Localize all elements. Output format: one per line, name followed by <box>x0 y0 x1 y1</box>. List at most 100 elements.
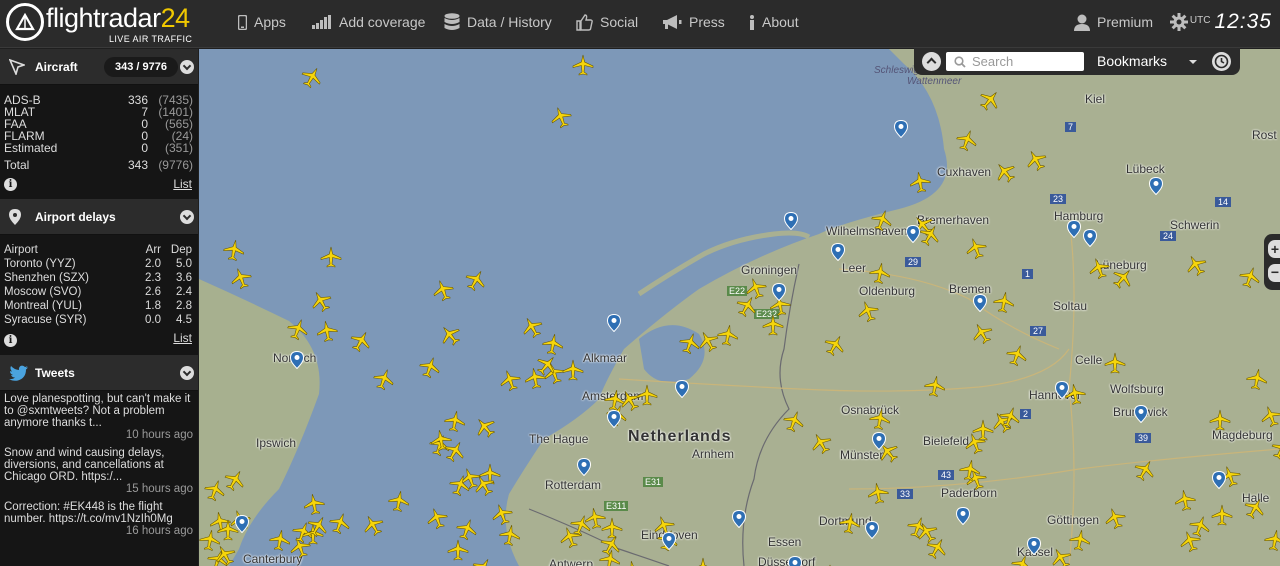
flight-map[interactable]: Schleswig-Holsteinisches Wattenmeer Kiel… <box>199 49 1280 566</box>
airport-pin-icon[interactable] <box>1212 471 1226 489</box>
airport-pin-icon[interactable] <box>732 510 746 528</box>
aircraft-icon[interactable] <box>715 322 740 347</box>
aircraft-icon[interactable] <box>867 406 892 431</box>
aircraft-icon[interactable] <box>562 359 584 381</box>
airport-pin-icon[interactable] <box>1083 229 1097 247</box>
aircraft-icon[interactable] <box>922 373 947 398</box>
aircraft-icon[interactable] <box>1172 487 1197 512</box>
delay-row[interactable]: Syracuse (SYR) 0.0 4.5 <box>0 313 198 327</box>
tweet-item[interactable]: Snow and wind causing delays, diversions… <box>0 447 198 495</box>
airport-pin-icon[interactable] <box>1149 177 1163 195</box>
airport-pin-icon[interactable] <box>788 556 802 566</box>
aircraft-icon[interactable] <box>865 480 890 505</box>
map-label-wilhelmshaven: Wilhelmshaven <box>826 224 908 238</box>
tweets-header[interactable]: Tweets <box>0 355 198 391</box>
airport-pin-icon[interactable] <box>577 458 591 476</box>
aircraft-icon[interactable] <box>447 539 469 561</box>
nav-data-history[interactable]: Data / History <box>444 12 552 32</box>
info-icon[interactable]: i <box>4 334 17 347</box>
collapse-up-icon[interactable] <box>922 52 941 71</box>
airport-pin-icon[interactable] <box>290 351 304 369</box>
nav-about[interactable]: About <box>749 12 799 32</box>
aircraft-icon[interactable] <box>221 237 246 262</box>
airport-pin-icon[interactable] <box>872 432 886 450</box>
collapse-chevron-icon[interactable] <box>180 60 194 74</box>
aircraft-icon[interactable] <box>597 547 622 566</box>
delay-row[interactable]: Montreal (YUL) 1.8 2.8 <box>0 299 198 313</box>
tweet-time: 16 hours ago <box>125 525 193 537</box>
aircraft-icon[interactable] <box>957 457 982 482</box>
zoom-in-button[interactable]: + <box>1268 240 1280 258</box>
aircraft-list-link[interactable]: List <box>173 177 192 191</box>
bookmarks-dropdown[interactable]: Bookmarks <box>1097 53 1167 69</box>
road-shield: E31 <box>643 477 664 487</box>
zoom-out-button[interactable]: − <box>1268 264 1280 282</box>
aircraft-icon[interactable] <box>1211 504 1233 526</box>
aircraft-icon[interactable] <box>497 522 522 547</box>
airport-pin-icon[interactable] <box>1067 220 1081 238</box>
airport-pin-icon[interactable] <box>956 507 970 525</box>
aircraft-icon[interactable] <box>572 54 594 76</box>
airport-pin-icon[interactable] <box>662 532 676 550</box>
aircraft-icon[interactable] <box>301 491 326 516</box>
airport-pin-icon[interactable] <box>607 314 621 332</box>
info-icon[interactable]: i <box>4 178 17 191</box>
airport-pin-icon[interactable] <box>675 380 689 398</box>
history-clock-icon[interactable] <box>1212 52 1231 71</box>
aircraft-icon[interactable] <box>636 384 658 406</box>
delay-row[interactable]: Shenzhen (SZX) 2.3 3.6 <box>0 271 198 285</box>
aircraft-icon[interactable] <box>991 289 1016 314</box>
chevron-down-icon[interactable] <box>1189 60 1197 64</box>
delay-row[interactable]: Moscow (SVO) 2.6 2.4 <box>0 285 198 299</box>
airport-pin-icon[interactable] <box>607 410 621 428</box>
aircraft-icon[interactable] <box>692 557 714 566</box>
aircraft-icon[interactable] <box>522 365 547 390</box>
nav-premium[interactable]: Premium <box>1074 12 1153 32</box>
delays-list-link[interactable]: List <box>173 331 192 345</box>
aircraft-icon[interactable] <box>1244 366 1269 391</box>
map-label-wolfsburg: Wolfsburg <box>1110 382 1164 396</box>
collapse-chevron-icon[interactable] <box>180 210 194 224</box>
aircraft-icon[interactable] <box>314 318 339 343</box>
airport-pin-icon[interactable] <box>1027 537 1041 555</box>
aircraft-panel-header[interactable]: Aircraft 343 / 9776 <box>0 49 198 85</box>
aircraft-icon[interactable] <box>1067 527 1092 552</box>
thumbs-up-icon <box>576 13 593 31</box>
tweet-item[interactable]: Love planespotting, but can't make it to… <box>0 393 198 441</box>
nav-social[interactable]: Social <box>576 12 638 32</box>
aircraft-icon[interactable] <box>867 260 892 285</box>
aircraft-icon[interactable] <box>386 488 411 513</box>
nav-press[interactable]: Press <box>662 12 725 32</box>
aircraft-icon[interactable] <box>1104 352 1126 374</box>
map-search-bar: Bookmarks <box>914 48 1240 75</box>
delay-row[interactable]: Toronto (YYZ) 2.0 5.0 <box>0 257 198 271</box>
airport-pin-icon[interactable] <box>772 283 786 301</box>
flightradar24-logo[interactable]: flightradar24 LIVE AIR TRAFFIC <box>6 3 196 45</box>
settings-button[interactable] <box>1170 12 1188 32</box>
airport-pin-icon[interactable] <box>784 212 798 230</box>
airport-pin-icon[interactable] <box>235 515 249 533</box>
airport-pin-icon[interactable] <box>973 294 987 312</box>
airport-pin-icon[interactable] <box>894 120 908 138</box>
collapse-chevron-icon[interactable] <box>180 366 194 380</box>
aircraft-icon[interactable] <box>320 246 342 268</box>
airport-pin-icon[interactable] <box>1134 405 1148 423</box>
aircraft-icon[interactable] <box>907 169 932 194</box>
airport-pin-icon[interactable] <box>831 243 845 261</box>
airport-pin-icon[interactable] <box>1055 381 1069 399</box>
sidebar: Aircraft 343 / 9776 ADS-B 336 (7435) MLAT 7… <box>0 49 198 566</box>
megaphone-icon <box>663 14 682 29</box>
airport-pin-icon[interactable] <box>906 225 920 243</box>
airport-delays-header[interactable]: Airport delays <box>0 199 198 235</box>
clock-zone: UTC <box>1189 15 1211 26</box>
nav-apps[interactable]: Apps <box>238 12 286 32</box>
aircraft-icon[interactable] <box>837 510 862 535</box>
tweet-item[interactable]: Correction: #EK448 is the flight number.… <box>0 501 198 537</box>
road-shield: 23 <box>1050 194 1067 204</box>
airport-pin-icon[interactable] <box>865 521 879 539</box>
road-shield: 33 <box>897 489 914 499</box>
aircraft-icon[interactable] <box>1209 409 1231 431</box>
nav-add-coverage[interactable]: Add coverage <box>312 12 425 32</box>
aircraft-icon[interactable] <box>1262 527 1280 552</box>
search-input[interactable] <box>946 52 1084 71</box>
